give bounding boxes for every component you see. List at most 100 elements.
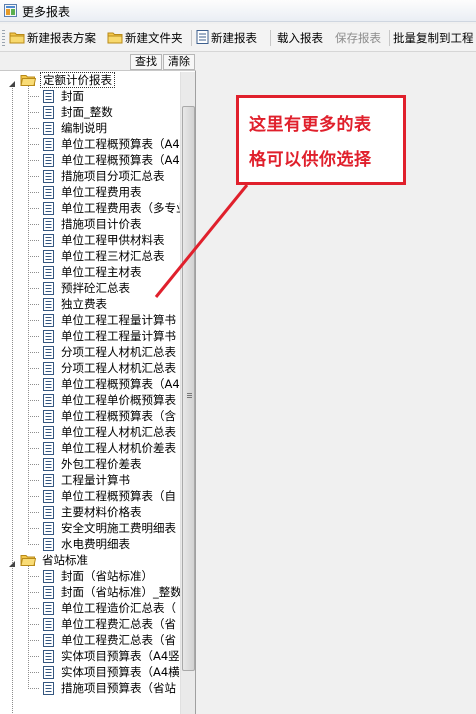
toolbar-grip[interactable]: [2, 30, 5, 46]
app-icon: [4, 4, 17, 17]
tree-report-label: 单位工程工程量计算书: [61, 329, 176, 343]
collapse-arrow-icon[interactable]: [8, 556, 16, 567]
report-document-icon: [43, 522, 54, 535]
tree-connector: [28, 566, 29, 688]
tree-vertical-scrollbar[interactable]: [180, 72, 195, 714]
report-document-icon: [43, 266, 54, 279]
report-document-icon: [43, 250, 54, 263]
tree-connector: [28, 464, 40, 465]
report-document-icon: [43, 666, 54, 679]
tree-report-label: 单位工程三材汇总表: [61, 249, 165, 263]
tree-report-label: 措施项目计价表: [61, 217, 142, 231]
new-folder-button[interactable]: 新建文件夹: [107, 30, 183, 46]
tree-report-label: 封面（省站标准）_整数: [61, 585, 180, 599]
report-document-icon: [43, 634, 54, 647]
report-document-icon: [43, 218, 54, 231]
toolbar-separator: [270, 30, 271, 46]
tree-connector: [28, 144, 40, 145]
report-document-icon: [43, 618, 54, 631]
window-title: 更多报表: [22, 5, 71, 19]
folder-open-icon: [20, 73, 37, 86]
document-icon: [196, 30, 209, 44]
tree-report-label: 单位工程单价概预算表: [61, 393, 176, 407]
tree-connector: [28, 352, 40, 353]
tree-connector: [28, 192, 40, 193]
tree-connector: [28, 112, 40, 113]
report-document-icon: [43, 90, 54, 103]
new-report-button[interactable]: 新建报表: [196, 30, 257, 46]
report-document-icon: [43, 394, 54, 407]
tree-connector: [28, 624, 40, 625]
tree-connector: [28, 480, 40, 481]
report-document-icon: [43, 154, 54, 167]
tree-report-label: 外包工程价差表: [61, 457, 142, 471]
tree-connector: [28, 544, 40, 545]
tree-connector: [28, 432, 40, 433]
report-document-icon: [43, 490, 54, 503]
report-document-icon: [43, 570, 54, 583]
tree-connector: [28, 640, 40, 641]
report-document-icon: [43, 586, 54, 599]
tree-report-label: 编制说明: [61, 121, 107, 135]
report-document-icon: [43, 346, 54, 359]
tree-report-label: 封面（省站标准）: [61, 569, 153, 583]
annotation-line-1: 这里有更多的表: [249, 115, 372, 135]
title-bar: 更多报表: [0, 0, 476, 22]
report-document-icon: [43, 202, 54, 215]
tree-report-label: 单位工程概预算表（A4竖: [61, 137, 180, 151]
tree-connector: [28, 496, 40, 497]
tree-folder-label: 省站标准: [42, 553, 88, 567]
tree-connector: [28, 400, 40, 401]
load-report-button[interactable]: 载入报表: [277, 30, 323, 46]
tree-connector: [28, 86, 29, 544]
report-document-icon: [43, 314, 54, 327]
tree-report-label: 封面_整数: [61, 105, 113, 119]
tree-folder-label: 定额计价报表: [40, 72, 115, 88]
batch-copy-to-project-button[interactable]: 批量复制到工程: [393, 30, 474, 46]
annotation-line-2: 格可以供你选择: [249, 150, 372, 170]
save-report-button[interactable]: 保存报表: [335, 30, 381, 46]
folder-open-icon: [20, 553, 37, 566]
tree-report-label: 单位工程人材机价差表: [61, 441, 176, 455]
toolbar-separator: [191, 30, 192, 46]
scrollbar-thumb[interactable]: [182, 106, 195, 671]
tree-report-label: 单位工程造价汇总表（: [61, 601, 176, 615]
tree-connector: [28, 672, 40, 673]
tree-report-label: 单位工程概预算表（自: [61, 489, 176, 503]
tree-connector: [28, 608, 40, 609]
tree-report-label: 单位工程概预算表（A4竖: [61, 377, 180, 391]
toolbar-separator: [389, 30, 390, 46]
tree-connector: [28, 448, 40, 449]
clear-button[interactable]: 清除: [163, 54, 195, 70]
tree-report-label: 措施项目分项汇总表: [61, 169, 165, 183]
batch-copy-to-project-label: 批量复制到工程: [393, 31, 474, 45]
tree-connector: [28, 320, 40, 321]
report-document-icon: [43, 650, 54, 663]
report-document-icon: [43, 506, 54, 519]
tree-connector: [28, 416, 40, 417]
report-document-icon: [43, 138, 54, 151]
tree-report-label: 独立费表: [61, 297, 107, 311]
report-document-icon: [43, 298, 54, 311]
report-tree: 定额计价报表 封面封面_整数编制说明单位工程概预算表（A4竖 单位工程概预算表（A4…: [0, 72, 180, 714]
tree-report-label: 单位工程概预算表（含: [61, 409, 176, 423]
tree-report-label: 单位工程人材机汇总表: [61, 425, 176, 439]
tree-connector: [28, 160, 40, 161]
tree-connector: [28, 176, 40, 177]
tree-report-label: 工程量计算书: [61, 473, 130, 487]
tree-report-label: 封面: [61, 89, 84, 103]
new-report-scheme-button[interactable]: 新建报表方案: [9, 30, 96, 46]
report-document-icon: [43, 362, 54, 375]
toolbar: 新建报表方案 新建文件夹 新建报表 载入报表 保存报表 批量复制到工程: [0, 24, 476, 52]
report-document-icon: [43, 378, 54, 391]
tree-report-label: 分项工程人材机汇总表: [61, 361, 176, 375]
collapse-arrow-icon[interactable]: [8, 76, 16, 87]
tree-connector: [28, 128, 40, 129]
tree-report-label: 单位工程费汇总表（省: [61, 633, 176, 647]
find-button[interactable]: 查找: [130, 54, 162, 70]
tree-connector: [28, 272, 40, 273]
load-report-label: 载入报表: [277, 31, 323, 45]
report-document-icon: [43, 602, 54, 615]
tree-connector: [28, 528, 40, 529]
report-document-icon: [43, 186, 54, 199]
